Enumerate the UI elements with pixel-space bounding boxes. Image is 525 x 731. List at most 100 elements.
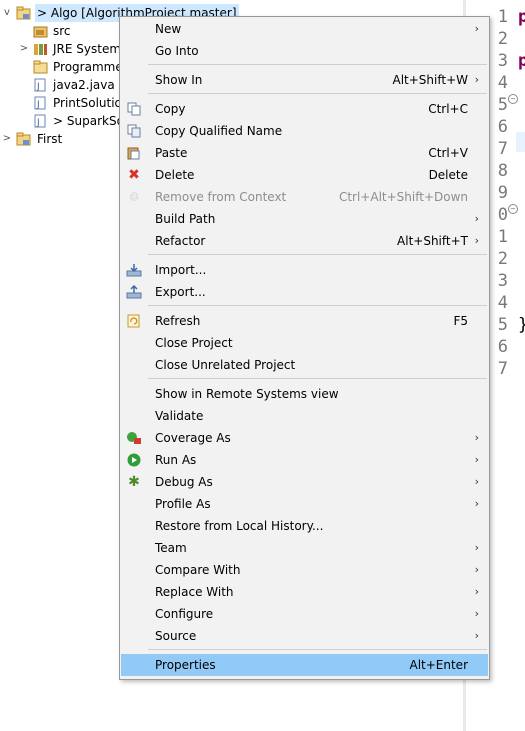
menu-item-label: New	[155, 22, 182, 36]
menu-item-copy-qualified-name[interactable]: Copy Qualified Name	[121, 120, 488, 142]
folder-icon	[33, 60, 48, 74]
expanded-chevron-icon[interactable]: v	[2, 4, 12, 22]
svg-text:J: J	[36, 118, 40, 128]
submenu-arrow-icon: ›	[474, 541, 479, 554]
submenu-arrow-icon: ›	[474, 212, 479, 225]
menu-item-team[interactable]: Team ›	[121, 537, 488, 559]
submenu-arrow-icon: ›	[474, 73, 479, 86]
menu-item-label: Paste	[155, 146, 188, 160]
menu-item-replace-with[interactable]: Replace With ›	[121, 581, 488, 603]
project-folder-icon	[16, 132, 31, 146]
menu-separator	[148, 64, 487, 65]
tree-item-label: Programmer	[53, 60, 128, 74]
debug-icon: ✱	[128, 474, 140, 490]
menu-item-coverage-as[interactable]: Coverage As ›	[121, 427, 488, 449]
current-line-highlight	[516, 132, 525, 152]
menu-item-properties[interactable]: Properties Alt+Enter	[121, 654, 488, 676]
menu-separator	[148, 254, 487, 255]
menu-separator	[148, 378, 487, 379]
menu-item-validate[interactable]: Validate	[121, 405, 488, 427]
library-icon	[33, 42, 48, 56]
submenu-arrow-icon: ›	[474, 497, 479, 510]
copy-icon	[126, 102, 142, 116]
code-text: p	[518, 7, 525, 27]
code-text: p	[518, 51, 525, 71]
menu-item-new[interactable]: New ›	[121, 18, 488, 40]
remove-context-icon: ♲	[128, 190, 140, 204]
menu-separator	[148, 649, 487, 650]
menu-item-label: Refactor	[155, 234, 206, 248]
menu-item-label: Restore from Local History...	[155, 519, 324, 533]
menu-item-paste[interactable]: Paste Ctrl+V	[121, 142, 488, 164]
java-file-icon: J	[33, 96, 48, 110]
menu-item-label: Run As	[155, 453, 197, 467]
submenu-arrow-icon: ›	[474, 431, 479, 444]
import-icon	[126, 263, 142, 277]
menu-item-remove-from-context[interactable]: ♲ Remove from Context Ctrl+Alt+Shift+Dow…	[121, 186, 488, 208]
submenu-arrow-icon: ›	[474, 234, 479, 247]
menu-item-close-unrelated-project[interactable]: Close Unrelated Project	[121, 354, 488, 376]
context-menu: New › Go Into Show In Alt+Shift+W › Copy…	[119, 16, 490, 680]
menu-item-export[interactable]: Export...	[121, 281, 488, 303]
menu-item-close-project[interactable]: Close Project	[121, 332, 488, 354]
menu-item-label: Compare With	[155, 563, 241, 577]
menu-item-go-into[interactable]: Go Into	[121, 40, 488, 62]
tree-item-label: src	[53, 24, 71, 38]
collapsed-chevron-icon[interactable]: >	[2, 130, 12, 148]
menu-item-label: Close Project	[155, 336, 233, 350]
coverage-icon	[126, 431, 142, 445]
submenu-arrow-icon: ›	[474, 585, 479, 598]
menu-item-label: Configure	[155, 607, 214, 621]
menu-item-label: Delete	[155, 168, 195, 182]
menu-item-label: Team	[155, 541, 187, 555]
menu-item-label: Profile As	[155, 497, 211, 511]
submenu-arrow-icon: ›	[474, 563, 479, 576]
menu-item-shortcut: Ctrl+C	[428, 102, 468, 116]
menu-item-shortcut: Delete	[428, 168, 468, 182]
svg-text:J: J	[36, 100, 40, 110]
refresh-icon	[126, 314, 142, 328]
code-text: }	[518, 314, 525, 336]
menu-item-source[interactable]: Source ›	[121, 625, 488, 647]
export-icon	[126, 284, 142, 299]
menu-item-run-as[interactable]: Run As ›	[121, 449, 488, 471]
menu-item-restore-local-history[interactable]: Restore from Local History...	[121, 515, 488, 537]
tree-item-label: > SuparkSol	[53, 114, 128, 128]
menu-item-refactor[interactable]: Refactor Alt+Shift+T ›	[121, 230, 488, 252]
menu-item-refresh[interactable]: Refresh F5	[121, 310, 488, 332]
submenu-arrow-icon: ›	[474, 453, 479, 466]
menu-item-build-path[interactable]: Build Path ›	[121, 208, 488, 230]
menu-item-label: Build Path	[155, 212, 216, 226]
collapsed-chevron-icon[interactable]: >	[19, 40, 29, 58]
menu-item-copy[interactable]: Copy Ctrl+C	[121, 98, 488, 120]
svg-text:J: J	[36, 82, 40, 92]
menu-item-label: Copy	[155, 102, 186, 116]
menu-item-label: Import...	[155, 263, 207, 277]
project-folder-icon	[16, 6, 31, 20]
menu-item-import[interactable]: Import...	[121, 259, 488, 281]
menu-item-compare-with[interactable]: Compare With ›	[121, 559, 488, 581]
delete-icon: ✖	[128, 167, 140, 183]
menu-item-shortcut: Alt+Enter	[409, 658, 468, 672]
menu-item-label: Show In	[155, 73, 203, 87]
menu-item-label: Go Into	[155, 44, 199, 58]
fold-collapse-icon[interactable]: −	[508, 204, 518, 214]
menu-item-label: Export...	[155, 285, 206, 299]
menu-item-shortcut: Ctrl+V	[428, 146, 468, 160]
menu-item-configure[interactable]: Configure ›	[121, 603, 488, 625]
tree-item-label: java2.java	[53, 78, 115, 92]
menu-item-debug-as[interactable]: ✱ Debug As ›	[121, 471, 488, 493]
menu-item-label: Replace With	[155, 585, 234, 599]
fold-collapse-icon[interactable]: −	[508, 94, 518, 104]
menu-item-label: Debug As	[155, 475, 213, 489]
package-folder-icon	[33, 24, 48, 38]
copy-qualified-name-icon	[126, 124, 142, 138]
menu-item-show-in[interactable]: Show In Alt+Shift+W ›	[121, 69, 488, 91]
menu-item-delete[interactable]: ✖ Delete Delete	[121, 164, 488, 186]
menu-item-label: Close Unrelated Project	[155, 358, 296, 372]
submenu-arrow-icon: ›	[474, 629, 479, 642]
menu-item-profile-as[interactable]: Profile As ›	[121, 493, 488, 515]
submenu-arrow-icon: ›	[474, 22, 479, 35]
menu-item-show-in-remote-systems[interactable]: Show in Remote Systems view	[121, 383, 488, 405]
menu-item-label: Copy Qualified Name	[155, 124, 283, 138]
